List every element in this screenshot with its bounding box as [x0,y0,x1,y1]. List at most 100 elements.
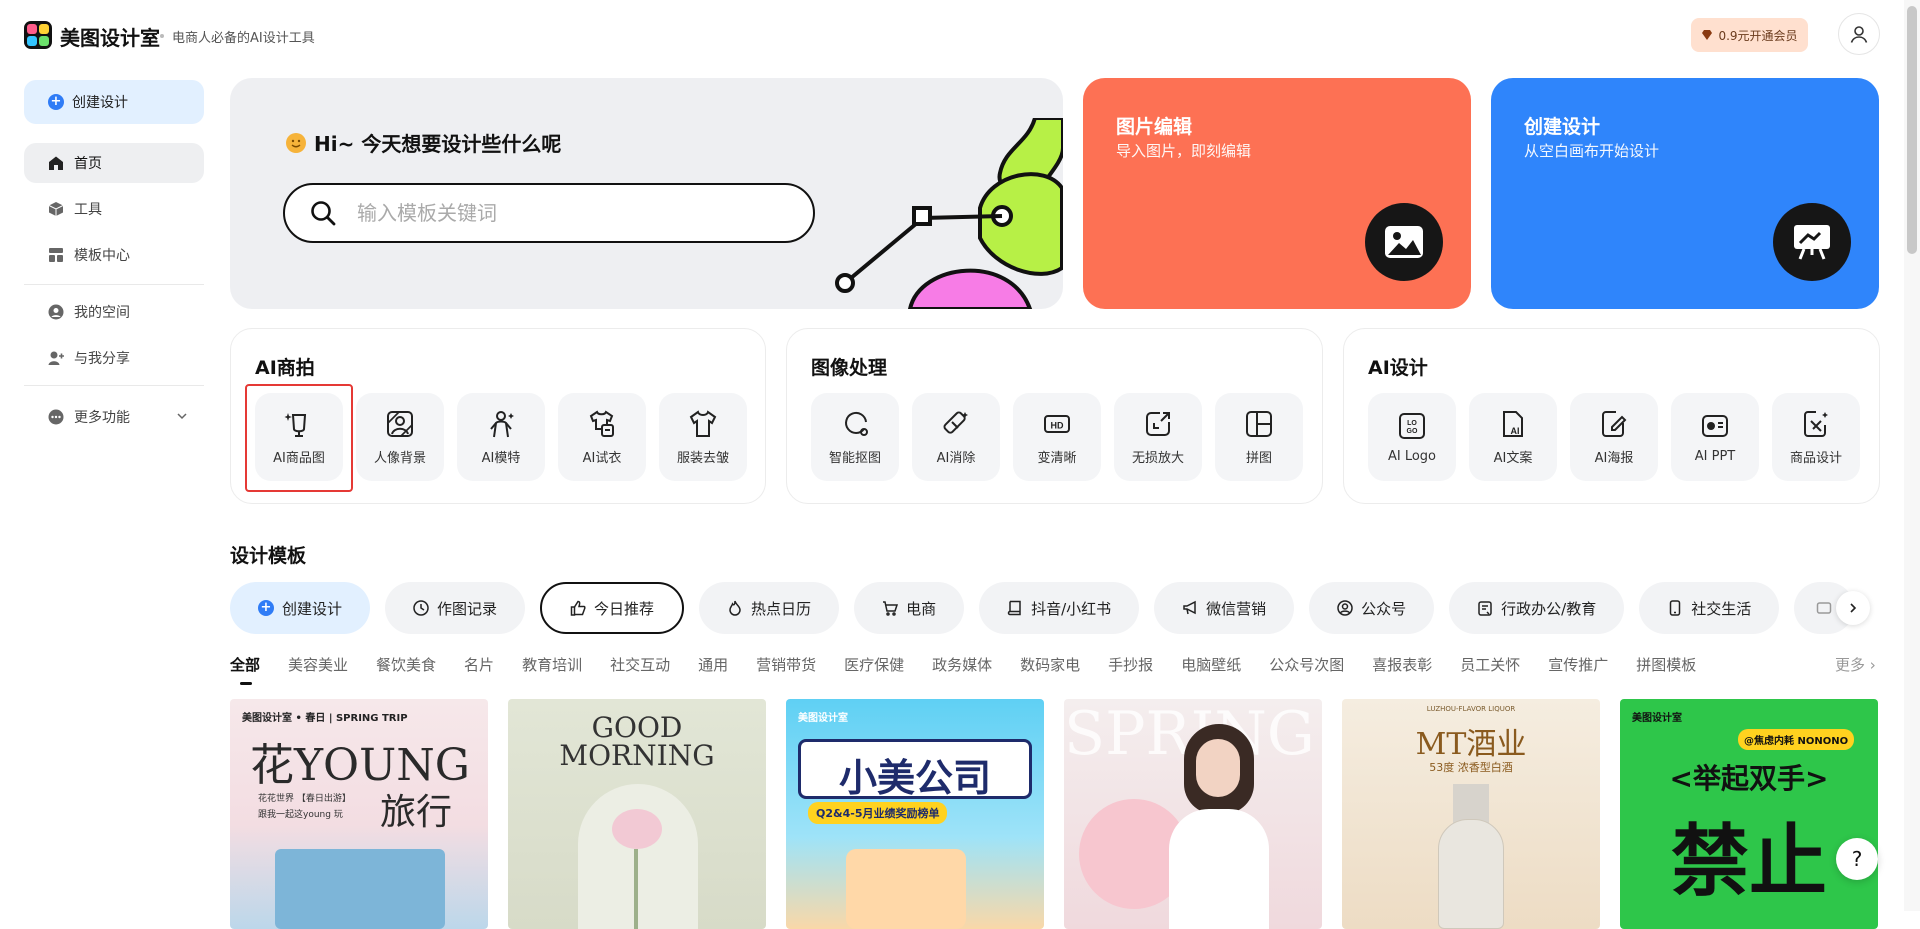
category-tab[interactable]: 拼图模板 [1636,654,1696,675]
sidebar-item-templates[interactable]: 模板中心 [24,235,204,275]
template-search[interactable] [283,183,815,243]
vip-button[interactable]: 0.9元开通会员 [1691,18,1808,52]
chip-today-picks[interactable]: 今日推荐 [540,582,685,634]
cutout-icon [845,411,868,436]
template-card[interactable]: 美图设计室 小美公司 Q2&4-5月业绩奖励榜单 [786,699,1044,929]
scrollbar-thumb[interactable] [1907,6,1917,254]
template-card[interactable]: 美图设计室 @焦虑内耗 NONONO <举起双手> 禁止 [1620,699,1878,929]
template-headline: <举起双手> [1669,762,1829,795]
app-logo-icon[interactable] [24,21,52,49]
svg-text:LO: LO [1407,420,1417,427]
group-ai-shoot: AI商拍 AI商品图 人像背景 AI模特 AI试衣 服装去皱 [230,328,766,504]
template-card[interactable]: LUZHOU-FLAVOR LIQUOR MT酒业 53度 浓香型白酒 [1342,699,1600,929]
tool-label: 人像背景 [373,450,426,466]
card-title: 图片编辑 [1116,116,1193,138]
category-tab[interactable]: 电脑壁纸 [1181,654,1241,675]
plus-icon: + [258,600,274,616]
category-tab[interactable]: 名片 [464,654,494,675]
greeting-text: Hi~ 今天想要设计些什么呢 [314,132,562,156]
card-title: 创建设计 [1524,116,1601,138]
create-design-card[interactable]: 创建设计 从空白画布开始设计 [1491,78,1879,309]
sidebar-divider [24,385,204,386]
sidebar-item-shared[interactable]: 与我分享 [24,338,204,378]
category-tab[interactable]: 教育培训 [522,654,582,675]
chip-ecommerce[interactable]: 电商 [854,582,965,634]
chip-hot-calendar[interactable]: 热点日历 [699,582,840,634]
chip-scroll-right-button[interactable] [1836,591,1870,625]
category-tab[interactable]: 医疗保健 [844,654,904,675]
group-title: AI设计 [1368,357,1428,379]
brand-name[interactable]: 美图设计室 [60,22,160,51]
tool-ai-ppt[interactable]: AI PPT [1671,393,1759,481]
tool-lossless-upscale[interactable]: 无损放大 [1114,393,1202,481]
chip-label: 社交生活 [1691,599,1752,618]
tool-ai-product-photo[interactable]: AI商品图 [255,393,343,481]
category-tab[interactable]: 全部 [230,654,260,685]
more-label: 更多 [1835,656,1866,674]
sidebar-item-tools[interactable]: 工具 [24,189,204,229]
chip-history[interactable]: 作图记录 [385,582,526,634]
tool-collage[interactable]: 拼图 [1215,393,1303,481]
chip-label: 电商 [906,599,937,618]
category-tab[interactable]: 通用 [698,654,728,675]
tool-enhance[interactable]: HD 变清晰 [1013,393,1101,481]
category-tab[interactable]: 手抄报 [1108,654,1153,675]
sidebar-item-label: 首页 [74,156,102,172]
group-image-processing: 图像处理 智能抠图 AI消除 HD 变清晰 无损放大 拼图 [786,328,1323,504]
tool-ai-copywriting[interactable]: AI AI文案 [1469,393,1557,481]
tool-ai-try-on[interactable]: AI试衣 [558,393,646,481]
portrait-bg-icon [387,410,413,437]
tool-ai-erase[interactable]: AI消除 [912,393,1000,481]
template-line: 53度 浓香型白酒 [1429,761,1513,774]
help-button[interactable]: ? [1836,838,1878,880]
chip-douyin-xiaohongshu[interactable]: 抖音/小红书 [979,582,1140,634]
tool-ai-logo[interactable]: LO GO AI Logo [1368,393,1456,481]
tool-ai-poster[interactable]: AI海报 [1570,393,1658,481]
template-line: LUZHOU-FLAVOR LIQUOR [1426,705,1516,713]
tool-product-design[interactable]: 商品设计 [1772,393,1860,481]
category-tab[interactable]: 营销带货 [756,654,816,675]
template-icon [49,248,63,262]
sidebar-item-label: 模板中心 [74,248,130,264]
category-tab[interactable]: 政务媒体 [932,654,992,675]
image-edit-card[interactable]: 图片编辑 导入图片，即刻编辑 [1083,78,1471,309]
tool-portrait-background[interactable]: 人像背景 [356,393,444,481]
category-tab[interactable]: 美容美业 [288,654,348,675]
category-tab[interactable]: 数码家电 [1020,654,1080,675]
sidebar-item-home[interactable]: 首页 [24,143,204,183]
chip-social-life[interactable]: 社交生活 [1639,582,1780,634]
sidebar-item-more[interactable]: 更多功能 [24,397,204,437]
chip-official-account[interactable]: 公众号 [1309,582,1435,634]
category-tab[interactable]: 宣传推广 [1548,654,1608,675]
template-card[interactable]: 美图设计室 • 春日 | SPRING TRIP 花YOUNG 旅行 花花世界 … [230,699,488,929]
template-card[interactable]: SPRING [1064,699,1322,929]
tool-ai-model[interactable]: AI模特 [457,393,545,481]
tool-label: AI Logo [1387,448,1437,464]
category-tab[interactable]: 餐饮美食 [376,654,436,675]
chip-create-design[interactable]: + 创建设计 [230,582,371,634]
category-tab[interactable]: 员工关怀 [1460,654,1520,675]
user-circle-icon [48,304,64,320]
category-tab[interactable]: 公众号次图 [1269,654,1344,675]
tool-garment-dewrinkle[interactable]: 服装去皱 [659,393,747,481]
try-on-icon [589,409,614,437]
search-input[interactable] [357,201,777,225]
template-card[interactable]: GOOD MORNING [508,699,766,929]
vip-label: 0.9元开通会员 [1718,28,1798,43]
sidebar-create-button[interactable]: + 创建设计 [24,80,204,124]
avatar[interactable] [1838,13,1880,55]
sidebar-item-my-space[interactable]: 我的空间 [24,292,204,332]
sidebar-divider [24,284,204,285]
category-tab[interactable]: 喜报表彰 [1372,654,1432,675]
tool-smart-cutout[interactable]: 智能抠图 [811,393,899,481]
product-photo-icon [284,412,307,437]
chip-label: 作图记录 [437,599,498,618]
sidebar-item-label: 工具 [74,202,102,218]
tool-label: AI文案 [1493,450,1533,466]
home-icon [49,156,63,170]
chip-office-education[interactable]: 行政办公/教育 [1449,582,1625,634]
chip-wechat-marketing[interactable]: 微信营销 [1154,582,1295,634]
category-tab[interactable]: 社交互动 [610,654,670,675]
poster-icon [1602,410,1627,437]
more-categories-link[interactable]: 更多 › [1835,654,1876,675]
